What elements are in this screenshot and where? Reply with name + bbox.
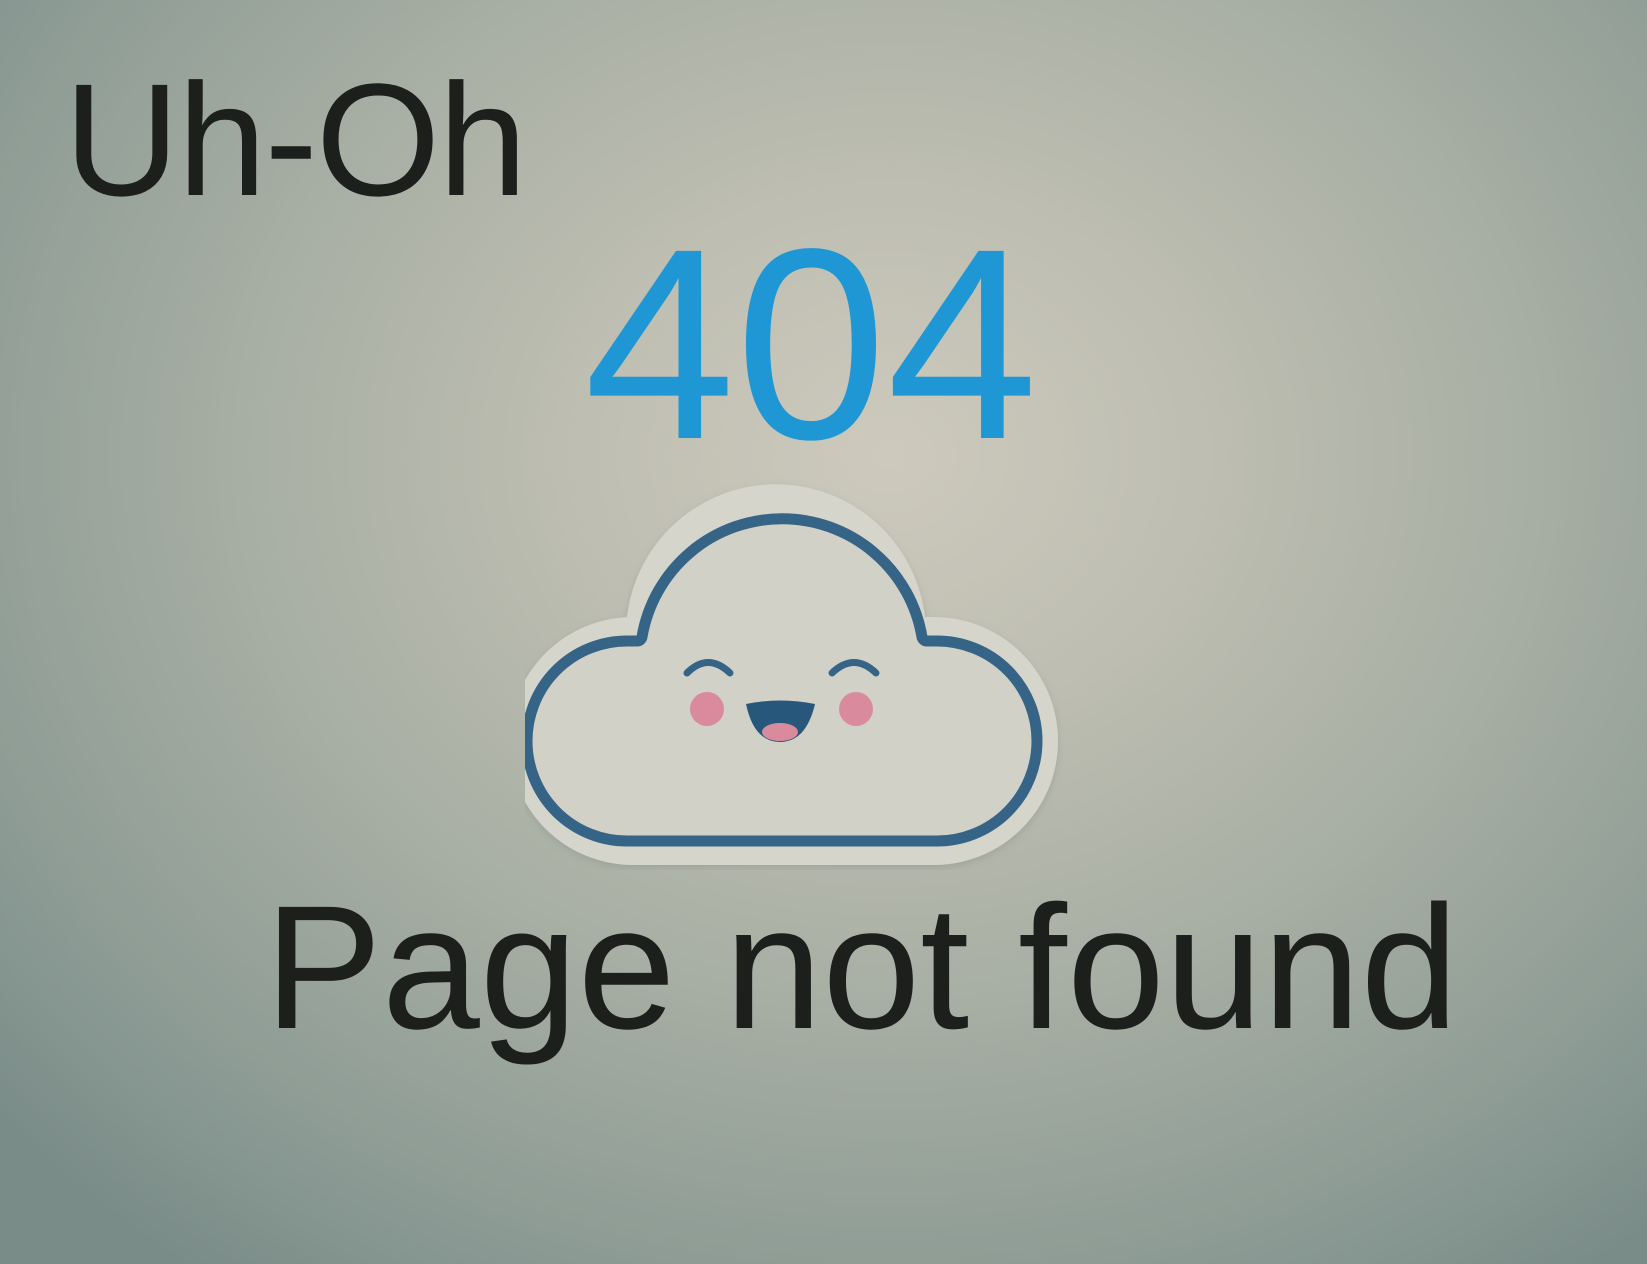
- right-cheek: [839, 692, 873, 726]
- cloud-outline: [525, 513, 1043, 847]
- smiling-cloud-icon: [525, 484, 1058, 865]
- left-cheek: [690, 692, 724, 726]
- tongue: [762, 723, 798, 741]
- error-heading: Uh-Oh: [64, 50, 527, 229]
- error-code: 404: [584, 192, 1038, 496]
- error-message: Page not found: [264, 870, 1459, 1066]
